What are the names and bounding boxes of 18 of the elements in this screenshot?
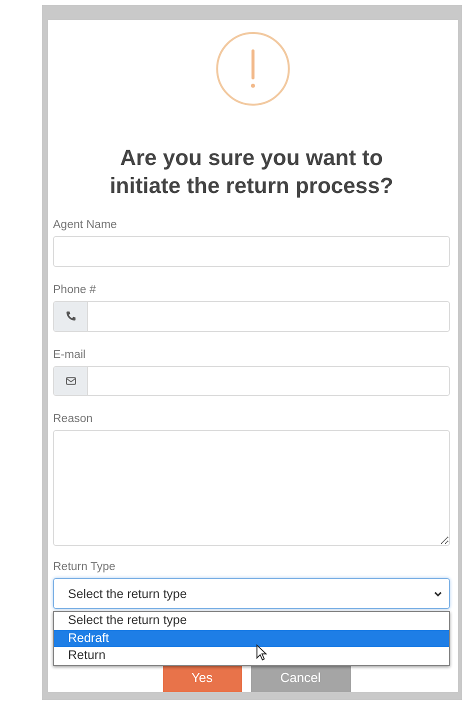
field-label: E-mail (53, 348, 87, 362)
mouse-cursor-icon (256, 644, 267, 661)
envelope-icon (64, 374, 76, 387)
input-field[interactable] (53, 300, 450, 332)
return-type-select[interactable]: Select the return type (53, 578, 450, 609)
dropdown-option[interactable]: Return (54, 647, 449, 664)
input-field[interactable] (53, 236, 450, 267)
input-field[interactable] (53, 366, 450, 396)
phone-icon (64, 310, 76, 322)
field-label: Agent Name (53, 218, 118, 232)
dialog-title: Are you sure you want to initiate the return process? (108, 144, 394, 200)
field-label: Reason (53, 412, 94, 426)
field-label: Return Type (53, 560, 116, 574)
dropdown-option[interactable]: Select the return type (54, 612, 449, 630)
warning-icon (214, 31, 290, 107)
field-label: Phone # (53, 282, 97, 297)
dropdown-option[interactable]: Redraft (54, 630, 449, 647)
reason-textarea[interactable] (53, 430, 450, 546)
